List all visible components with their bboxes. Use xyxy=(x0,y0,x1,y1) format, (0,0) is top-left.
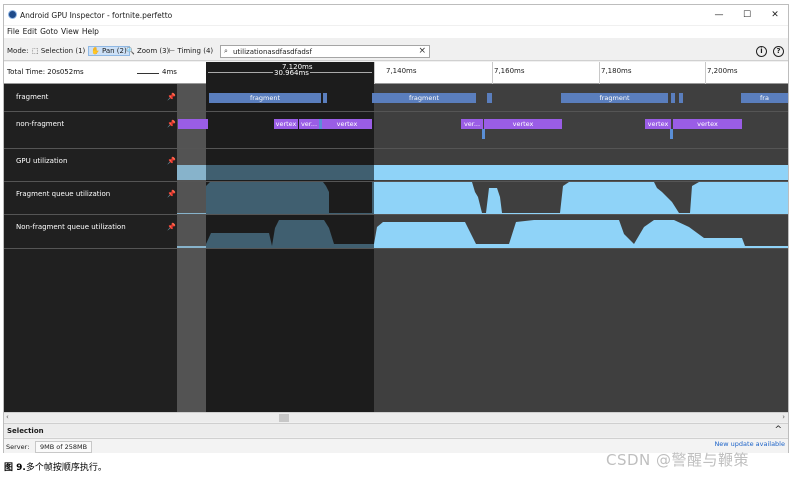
mode-pan-button[interactable]: ✋ Pan (2) xyxy=(88,46,130,56)
vertex-slice[interactable]: vertex xyxy=(645,119,671,129)
vertex-slice-small[interactable] xyxy=(670,129,673,139)
track-label: non-fragment xyxy=(16,120,65,128)
timeline-ruler[interactable]: Total Time: 20s052ms 4ms 7,120ms 30.964m… xyxy=(4,62,788,84)
scrollbar-thumb[interactable] xyxy=(279,414,289,422)
mode-selection-button[interactable]: ⬚ Selection (1) xyxy=(32,47,85,55)
track-label: fragment xyxy=(16,93,49,101)
minimize-button[interactable]: — xyxy=(707,7,731,23)
tick-label: 7,200ms xyxy=(707,67,738,75)
memory-usage: 9MB of 258MB xyxy=(35,441,93,453)
search-value: utilizationasdfasdfadsf xyxy=(233,48,312,56)
track-fragment[interactable]: fragment 📌 fragment fragment fragment fr… xyxy=(4,85,788,112)
selection-panel[interactable]: Selection ^ xyxy=(4,423,788,437)
window-title: Android GPU Inspector - fortnite.perfett… xyxy=(20,11,173,20)
mode-zoom-button[interactable]: 🔍 Zoom (3) xyxy=(126,47,169,55)
clear-search-icon[interactable]: × xyxy=(418,46,426,56)
mode-pan-label: Pan (2) xyxy=(101,47,127,55)
mode-timing-button[interactable]: ⊢ Timing (4) xyxy=(169,47,213,55)
scroll-right-icon[interactable]: › xyxy=(782,413,785,421)
fragment-slice-small[interactable] xyxy=(487,93,492,103)
total-time: Total Time: 20s052ms xyxy=(7,68,84,76)
selection-duration-label: 30.964ms xyxy=(273,69,310,77)
tick-mark xyxy=(374,62,375,84)
title-bar: Android GPU Inspector - fortnite.perfett… xyxy=(4,5,788,25)
track-label: Fragment queue utilization xyxy=(16,190,111,198)
vertex-slice[interactable]: ver... xyxy=(461,119,483,129)
zoom-icon: 🔍 xyxy=(126,47,135,55)
search-input[interactable]: ⌕ utilizationasdfasdfadsf × xyxy=(220,45,430,58)
menu-help[interactable]: Help xyxy=(82,26,99,38)
fragment-slice-small[interactable] xyxy=(323,93,327,103)
track-fragment-queue-utilization[interactable]: Fragment queue utilization 📌 xyxy=(4,182,788,215)
chevron-up-icon[interactable]: ^ xyxy=(774,425,782,435)
tracks-panel[interactable]: Total Time: 20s052ms 4ms 7,120ms 30.964m… xyxy=(4,62,788,412)
timing-icon: ⊢ xyxy=(169,47,176,55)
fragment-slice-small[interactable] xyxy=(679,93,683,103)
menu-view[interactable]: View xyxy=(61,26,79,38)
fragment-slice-small[interactable] xyxy=(671,93,675,103)
pin-icon[interactable]: 📌 xyxy=(167,223,176,231)
pin-icon[interactable]: 📌 xyxy=(167,190,176,198)
tick-mark xyxy=(492,62,493,84)
menu-edit[interactable]: Edit xyxy=(23,26,38,38)
tick-mark xyxy=(599,62,600,84)
selection-icon: ⬚ xyxy=(32,47,39,55)
figure-caption: 图 9.多个帧按顺序执行。 xyxy=(4,460,107,473)
server-label: Server: xyxy=(6,443,30,451)
pin-icon[interactable]: 📌 xyxy=(167,120,176,128)
menu-file[interactable]: File xyxy=(7,26,20,38)
track-non-fragment[interactable]: non-fragment 📌 vertex ver... vertex ver.… xyxy=(4,112,788,149)
scroll-left-icon[interactable]: ‹ xyxy=(6,413,9,421)
close-button[interactable]: ✕ xyxy=(763,7,787,23)
figure-number: 图 9. xyxy=(4,463,26,473)
fragment-slice[interactable]: fragment xyxy=(372,93,476,103)
vertex-slice[interactable]: vertex xyxy=(484,119,562,129)
hand-icon: ✋ xyxy=(91,47,100,55)
update-link[interactable]: New update available xyxy=(714,440,785,448)
search-icon: ⌕ xyxy=(224,47,228,55)
pin-icon[interactable]: 📌 xyxy=(167,93,176,101)
vertex-slice-small[interactable] xyxy=(482,129,485,139)
agi-logo-icon xyxy=(8,10,17,19)
tick-label: 7,160ms xyxy=(494,67,525,75)
tick-mark xyxy=(705,62,706,84)
vertex-slice[interactable] xyxy=(178,119,208,129)
track-label: GPU utilization xyxy=(16,157,68,165)
selection-title: Selection xyxy=(7,427,44,435)
menu-goto[interactable]: Goto xyxy=(40,26,58,38)
vertex-slice[interactable]: vertex xyxy=(673,119,742,129)
app-window: Android GPU Inspector - fortnite.perfett… xyxy=(3,4,789,453)
toolbar: Mode: ⬚ Selection (1) ✋ Pan (2) 🔍 Zoom (… xyxy=(4,43,788,61)
mode-selection-label: Selection (1) xyxy=(40,47,86,55)
track-gpu-utilization[interactable]: GPU utilization 📌 xyxy=(4,149,788,182)
mode-label: Mode: xyxy=(7,47,29,55)
scale-label: 4ms xyxy=(162,68,177,76)
vertex-slice[interactable]: vertex xyxy=(274,119,298,129)
mode-timing-label: Timing (4) xyxy=(177,47,214,55)
caption-text: 多个帧按顺序执行。 xyxy=(25,463,107,473)
vertex-slice[interactable]: vertex xyxy=(322,119,372,129)
mode-zoom-label: Zoom (3) xyxy=(136,47,170,55)
watermark: CSDN @警醒与鞭策 xyxy=(606,451,750,469)
scale-bar xyxy=(137,73,159,74)
help-icon[interactable]: ? xyxy=(773,46,784,57)
track-label: Non-fragment queue utilization xyxy=(16,223,126,231)
menu-bar: File Edit Goto View Help xyxy=(4,26,788,38)
selection-range-box: 7,120ms 30.964ms xyxy=(206,62,374,84)
vertex-slice[interactable]: ver... xyxy=(299,119,319,129)
pin-icon[interactable]: 📌 xyxy=(167,157,176,165)
fragment-slice[interactable]: fra xyxy=(741,93,788,103)
tick-label: 7,180ms xyxy=(601,67,632,75)
fragment-slice[interactable]: fragment xyxy=(209,93,321,103)
fragment-slice[interactable]: fragment xyxy=(561,93,668,103)
horizontal-scrollbar[interactable]: ‹ › xyxy=(4,412,788,422)
tick-label: 7,140ms xyxy=(386,67,417,75)
maximize-button[interactable]: ☐ xyxy=(735,7,759,23)
track-non-fragment-queue-utilization[interactable]: Non-fragment queue utilization 📌 xyxy=(4,215,788,249)
info-icon[interactable]: i xyxy=(756,46,767,57)
